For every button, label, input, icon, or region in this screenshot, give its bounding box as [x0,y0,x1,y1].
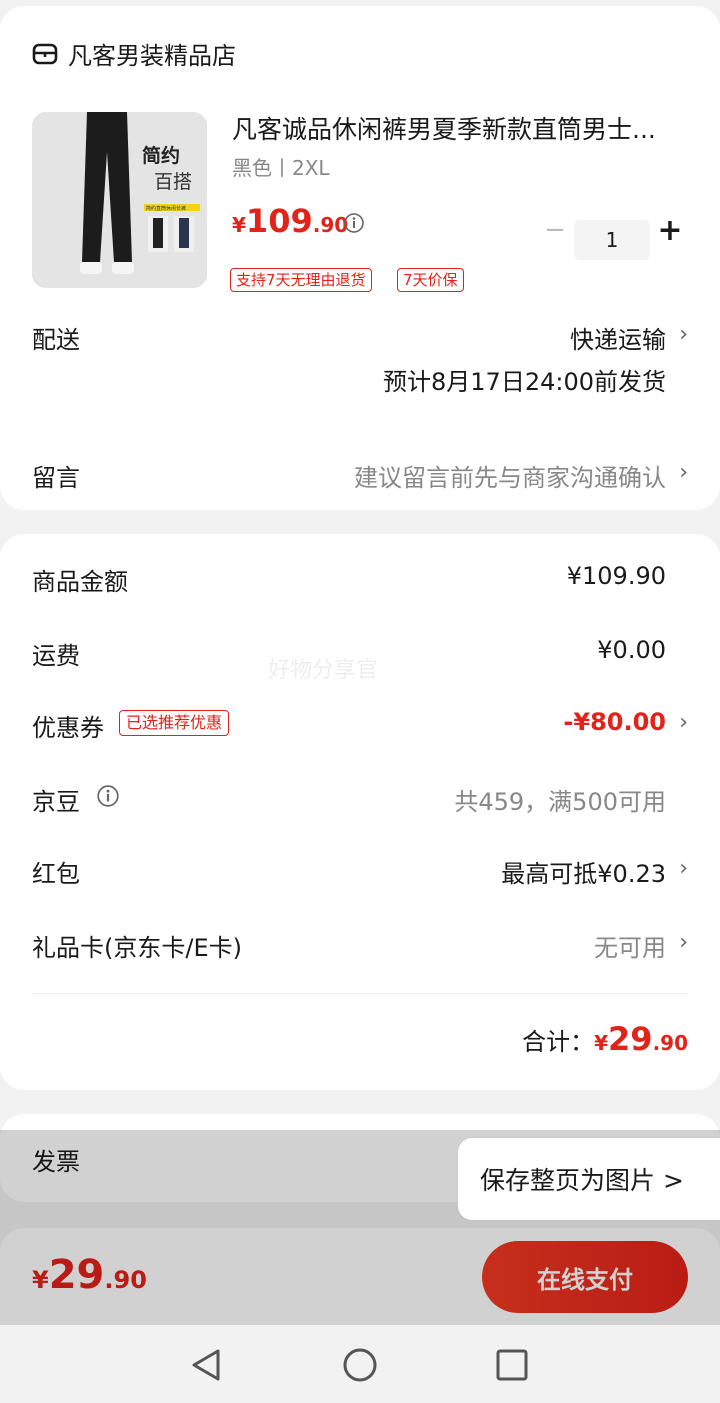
red-packet-chevron-icon[interactable]: › [679,856,688,881]
store-header[interactable]: 凡客男装精品店 [32,36,236,71]
order-summary-card: 商品金额 ¥109.90 运费 ¥0.00 优惠券 已选推荐优惠 -¥80.00… [0,534,720,1090]
gift-card-label: 礼品卡(京东卡/E卡) [32,934,242,962]
image-banner-text: 简约直筒休闲长裤 [146,205,186,212]
home-icon[interactable] [338,1343,382,1387]
quantity-decrease-button[interactable]: − [540,217,570,243]
shipping-label: 运费 [32,642,80,670]
gift-card-value[interactable]: 无可用 [594,928,666,963]
store-name: 凡客男装精品店 [68,42,236,70]
red-packet-label: 红包 [32,860,80,888]
product-spec[interactable]: 黑色丨2XL [232,152,330,181]
delivery-chevron-icon[interactable]: › [679,322,688,347]
checkout-bar: ¥ 29 .90 在线支付 [0,1228,720,1325]
coupon-value[interactable]: -¥80.00 [563,708,666,736]
product-price-symbol: ¥ [232,213,246,237]
checkout-total-decimal: .90 [104,1266,147,1294]
checkout-total-integer: 29 [48,1252,105,1298]
goods-amount-value: ¥109.90 [566,562,666,590]
product-image-art: 简约 百搭 简约直筒休闲长裤 [32,112,207,288]
red-packet-value[interactable]: 最高可抵¥0.23 [501,854,666,889]
gift-card-chevron-icon[interactable]: › [679,930,688,955]
quantity-input[interactable]: 1 [574,220,650,260]
total-decimal: .90 [652,1031,688,1055]
summary-divider [32,993,688,994]
store-icon [32,43,58,64]
total-label: 合计： [522,1028,595,1056]
image-text-line2: 百搭 [154,171,192,193]
delivery-label: 配送 [32,326,80,354]
coupon-recommended-tag: 已选推荐优惠 [119,710,230,736]
jingdou-value: 共459，满500可用 [454,788,666,816]
system-nav-bar [0,1325,720,1403]
delivery-method[interactable]: 快递运输 [570,320,666,355]
price-info-icon[interactable] [343,212,365,234]
message-label: 留言 [32,464,80,492]
coupon-label: 优惠券 [32,714,104,742]
total-symbol: ¥ [594,1031,609,1055]
summary-total: 合计： ¥ 29 .90 [522,1020,688,1058]
message-input[interactable]: 建议留言前先与商家沟通确认 [354,458,666,493]
product-price: ¥ 109 .90 [232,202,348,240]
back-icon[interactable] [184,1343,228,1387]
message-chevron-icon[interactable]: › [679,460,688,485]
goods-amount-label: 商品金额 [32,568,128,596]
coupon-chevron-icon[interactable]: › [679,710,688,735]
checkout-total-symbol: ¥ [32,1266,49,1294]
invoice-label: 发票 [32,1148,80,1176]
product-title[interactable]: 凡客诚品休闲裤男夏季新款直筒男士... [232,110,692,146]
product-price-integer: 109 [245,202,313,240]
return-policy-tag: 支持7天无理由退货 [230,268,372,292]
jingdou-label: 京豆 [32,788,80,816]
pay-online-button[interactable]: 在线支付 [482,1241,688,1313]
delivery-eta: 预计8月17日24:00前发货 [383,368,666,396]
image-text-line1: 简约 [142,144,180,167]
store-card: 凡客男装精品店 简约 百搭 简约直筒休闲长裤 凡客诚品休闲裤男夏季新款直筒男士.… [0,6,720,510]
shipping-value: ¥0.00 [597,636,666,664]
price-protection-tag: 7天价保 [397,268,464,292]
save-page-as-image-button[interactable]: 保存整页为图片 > [458,1138,720,1220]
recent-apps-icon[interactable] [490,1343,534,1387]
product-image[interactable]: 简约 百搭 简约直筒休闲长裤 [32,112,207,288]
quantity-increase-button[interactable]: + [655,216,685,246]
jingdou-info-icon[interactable] [96,784,120,808]
checkout-total: ¥ 29 .90 [32,1252,147,1298]
total-integer: 29 [608,1020,653,1058]
watermark: 好物分享官 [268,658,379,683]
